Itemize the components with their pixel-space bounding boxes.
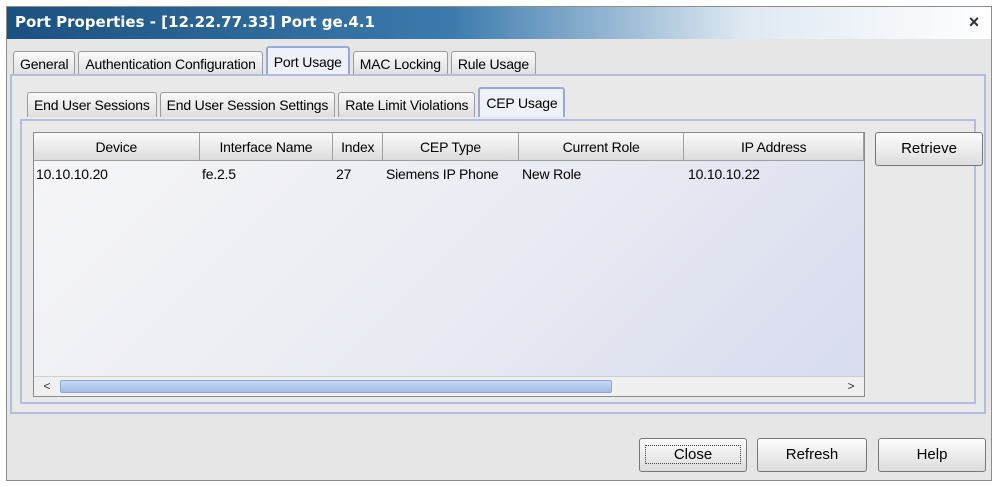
refresh-button[interactable]: Refresh <box>757 438 867 472</box>
retrieve-button[interactable]: Retrieve <box>875 132 983 166</box>
cep-usage-table[interactable]: Device Interface Name Index CEP Type Cur… <box>33 132 865 397</box>
cell-current-role: New Role <box>522 166 582 182</box>
scroll-right-icon[interactable]: > <box>842 378 860 395</box>
tab-authentication-configuration[interactable]: Authentication Configuration <box>78 51 263 76</box>
title-bar[interactable]: Port Properties - [12.22.77.33] Port ge.… <box>7 7 991 39</box>
cell-cep-type: Siemens IP Phone <box>386 166 499 182</box>
cell-index: 27 <box>336 166 352 182</box>
cell-device: 10.10.10.20 <box>36 166 108 182</box>
column-header-cep-type[interactable]: CEP Type <box>383 133 519 161</box>
close-button-label: Close <box>644 445 742 464</box>
close-icon[interactable]: × <box>963 11 985 33</box>
column-header-index[interactable]: Index <box>333 133 384 161</box>
help-button[interactable]: Help <box>878 438 986 472</box>
table-header: Device Interface Name Index CEP Type Cur… <box>34 133 864 161</box>
tab-general[interactable]: General <box>13 51 76 76</box>
window-title: Port Properties - [12.22.77.33] Port ge.… <box>15 13 375 31</box>
tab-rate-limit-violations[interactable]: Rate Limit Violations <box>338 92 476 117</box>
close-button[interactable]: Close <box>639 438 747 472</box>
sub-tabs: End User Sessions End User Session Setti… <box>27 87 568 117</box>
column-header-device[interactable]: Device <box>34 133 200 161</box>
tab-port-usage[interactable]: Port Usage <box>265 46 350 76</box>
tab-cep-usage[interactable]: CEP Usage <box>478 87 566 117</box>
cell-interface-name: fe.2.5 <box>202 166 236 182</box>
main-tabs: General Authentication Configuration Por… <box>13 46 539 76</box>
scrollbar-thumb[interactable] <box>60 380 612 393</box>
column-header-ip-address[interactable]: IP Address <box>684 133 864 161</box>
port-properties-window: Port Properties - [12.22.77.33] Port ge.… <box>6 6 992 481</box>
column-header-current-role[interactable]: Current Role <box>518 133 685 161</box>
table-row[interactable]: 10.10.10.20 fe.2.5 27 Siemens IP Phone N… <box>34 163 864 185</box>
tab-rule-usage[interactable]: Rule Usage <box>450 51 536 76</box>
tab-mac-locking[interactable]: MAC Locking <box>352 51 448 76</box>
cell-ip-address: 10.10.10.22 <box>688 166 760 182</box>
tab-end-user-session-settings[interactable]: End User Session Settings <box>159 92 336 117</box>
column-header-interface-name[interactable]: Interface Name <box>199 133 334 161</box>
horizontal-scrollbar[interactable]: < > <box>34 376 864 396</box>
tab-end-user-sessions[interactable]: End User Sessions <box>27 92 157 117</box>
scroll-left-icon[interactable]: < <box>38 378 56 395</box>
